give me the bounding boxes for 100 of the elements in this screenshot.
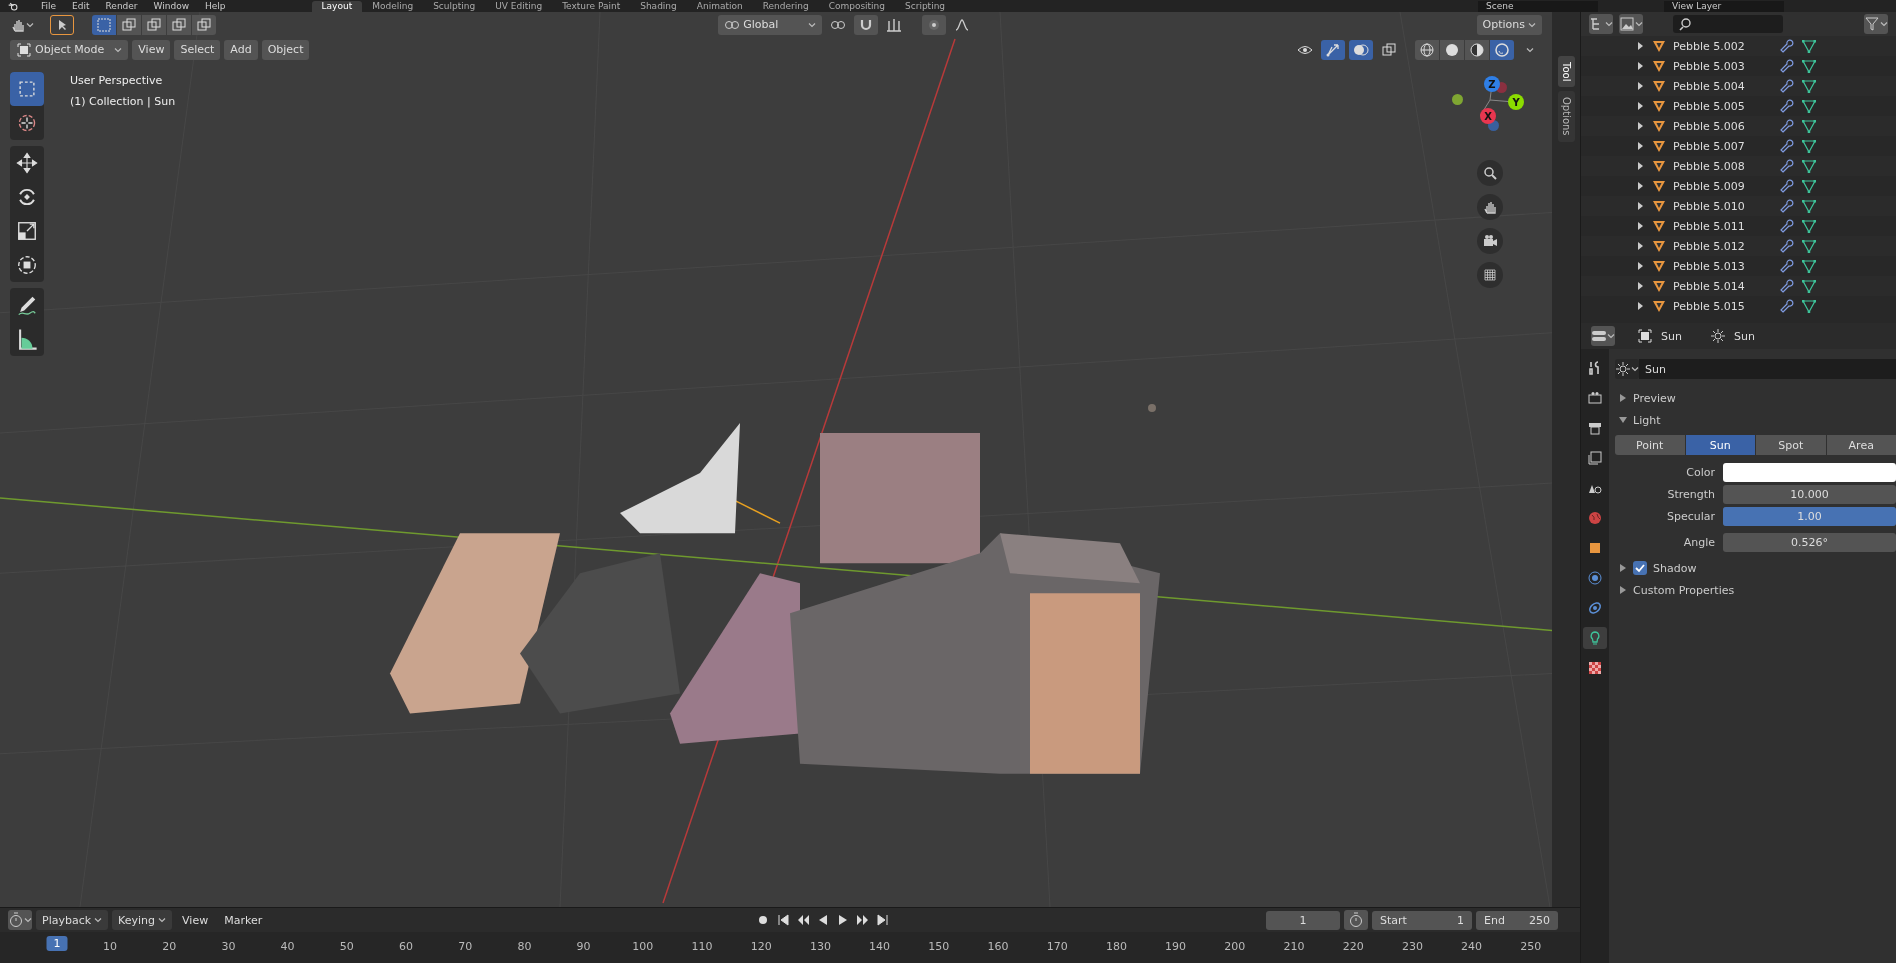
outliner-item[interactable]: Pebble 5.011 — [1673, 219, 1773, 233]
menu-button[interactable]: Playback — [36, 910, 109, 930]
filter-button[interactable] — [1864, 14, 1888, 34]
menu-button[interactable]: Keying — [112, 910, 173, 930]
select-mode-button[interactable] — [192, 14, 216, 35]
number-field[interactable]: 10.000 — [1723, 484, 1896, 504]
editor-type-button[interactable] — [1591, 326, 1615, 346]
start-frame-field[interactable]: Start 1 — [1372, 910, 1472, 930]
breadcrumb-item[interactable]: Sun — [1661, 329, 1682, 343]
mesh-icon[interactable] — [1801, 158, 1817, 174]
menu-item[interactable]: Render — [97, 0, 146, 12]
outliner-item[interactable]: Pebble 5.002 — [1673, 39, 1773, 53]
workspace-tab[interactable]: Modeling — [362, 0, 424, 12]
wrench-icon[interactable] — [1779, 38, 1795, 54]
light-type-button[interactable]: Area — [1826, 435, 1896, 455]
expand-arrow-icon[interactable] — [1637, 222, 1645, 230]
menu-button[interactable]: Add — [224, 39, 258, 60]
select-mode-button[interactable] — [167, 14, 191, 35]
outliner-item[interactable]: Pebble 5.003 — [1673, 59, 1773, 73]
shading-button[interactable] — [1490, 39, 1514, 60]
outliner-item[interactable]: Pebble 5.004 — [1673, 79, 1773, 93]
outliner-item[interactable]: Pebble 5.015 — [1673, 299, 1773, 313]
viewport-toggle[interactable] — [1321, 39, 1345, 60]
menu-item[interactable]: Help — [197, 0, 234, 12]
mesh-icon[interactable] — [1801, 198, 1817, 214]
orientation-dropdown[interactable]: Global — [718, 14, 823, 35]
outliner-item[interactable]: Pebble 5.006 — [1673, 119, 1773, 133]
expand-arrow-icon[interactable] — [1637, 202, 1645, 210]
panel-header[interactable]: Custom Properties — [1633, 583, 1735, 597]
wrench-icon[interactable] — [1779, 118, 1795, 134]
workspace-tab[interactable]: Rendering — [752, 0, 819, 12]
workspace-tab[interactable]: Texture Paint — [552, 0, 631, 12]
color-swatch[interactable] — [1723, 462, 1896, 482]
menu-button[interactable]: View — [176, 910, 215, 930]
sidebar-tab[interactable]: Options — [1557, 91, 1575, 143]
wrench-icon[interactable] — [1779, 298, 1795, 314]
panel-header[interactable]: Shadow — [1653, 561, 1697, 575]
blender-logo-icon[interactable] — [8, 0, 19, 12]
mesh-icon[interactable] — [1801, 278, 1817, 294]
mesh-icon[interactable] — [1801, 138, 1817, 154]
mesh-icon[interactable] — [1801, 178, 1817, 194]
wrench-icon[interactable] — [1779, 278, 1795, 294]
expand-arrow-icon[interactable] — [1637, 142, 1645, 150]
wrench-icon[interactable] — [1779, 178, 1795, 194]
name-field[interactable]: Sun — [1639, 359, 1896, 379]
mesh-icon[interactable] — [1801, 78, 1817, 94]
expand-arrow-icon[interactable] — [1637, 102, 1645, 110]
outliner-item[interactable]: Pebble 5.007 — [1673, 139, 1773, 153]
proportional-toggle[interactable] — [922, 14, 947, 35]
mode-dropdown[interactable]: Object Mode — [10, 39, 129, 60]
disclosure-triangle-icon[interactable] — [1619, 564, 1627, 572]
number-field[interactable]: 0.526° — [1723, 532, 1896, 552]
shading-button[interactable] — [1440, 39, 1464, 60]
editor-type-button[interactable] — [8, 910, 32, 930]
mesh-icon[interactable] — [1801, 38, 1817, 54]
viewport-toggle[interactable] — [1349, 39, 1373, 60]
menu-button[interactable]: Marker — [218, 910, 269, 930]
expand-arrow-icon[interactable] — [1637, 302, 1645, 310]
scene-field[interactable]: Scene — [1478, 0, 1598, 12]
wrench-icon[interactable] — [1779, 218, 1795, 234]
outliner-item[interactable]: Pebble 5.010 — [1673, 199, 1773, 213]
wrench-icon[interactable] — [1779, 158, 1795, 174]
outliner-item[interactable]: Pebble 5.013 — [1673, 259, 1773, 273]
menu-item[interactable]: File — [33, 0, 65, 12]
active-tool-button[interactable] — [50, 14, 74, 35]
disclosure-triangle-icon[interactable] — [1619, 394, 1627, 402]
light-type-dropdown[interactable] — [1615, 359, 1639, 379]
snap-toggle[interactable] — [854, 14, 879, 35]
wrench-icon[interactable] — [1779, 258, 1795, 274]
search-field[interactable] — [1673, 15, 1783, 33]
playhead[interactable]: 1 — [46, 936, 68, 951]
shading-button[interactable] — [1465, 39, 1489, 60]
workspace-tab[interactable]: Animation — [686, 0, 753, 12]
mesh-icon[interactable] — [1801, 258, 1817, 274]
workspace-tab[interactable]: Scripting — [895, 0, 956, 12]
current-frame-field[interactable]: 1 — [1266, 910, 1340, 930]
wrench-icon[interactable] — [1779, 78, 1795, 94]
mesh-icon[interactable] — [1801, 218, 1817, 234]
panel-header[interactable]: Preview — [1633, 391, 1676, 405]
wrench-icon[interactable] — [1779, 98, 1795, 114]
mesh-icon[interactable] — [1801, 98, 1817, 114]
properties-tab[interactable] — [1583, 627, 1607, 649]
view-layer-field[interactable]: View Layer — [1664, 0, 1784, 12]
outliner-item[interactable]: Pebble 5.005 — [1673, 99, 1773, 113]
workspace-tab[interactable]: Shading — [630, 0, 687, 12]
workspace-tab[interactable]: UV Editing — [485, 0, 553, 12]
preview-range-toggle[interactable] — [1344, 910, 1368, 930]
light-type-button[interactable]: Spot — [1756, 435, 1826, 455]
mesh-icon[interactable] — [1801, 298, 1817, 314]
menu-button[interactable]: View — [132, 39, 171, 60]
expand-arrow-icon[interactable] — [1637, 242, 1645, 250]
light-type-button[interactable]: Sun — [1685, 435, 1755, 455]
disclosure-triangle-icon[interactable] — [1619, 586, 1627, 594]
wrench-icon[interactable] — [1779, 138, 1795, 154]
sidebar-tab[interactable]: Tool — [1557, 56, 1575, 88]
workspace-tab[interactable]: Compositing — [818, 0, 896, 12]
slider-field[interactable]: 1.00 — [1723, 506, 1896, 526]
workspace-tab[interactable]: Layout — [311, 0, 363, 12]
disclosure-triangle-icon[interactable] — [1619, 416, 1627, 424]
select-mode-button[interactable] — [142, 14, 166, 35]
